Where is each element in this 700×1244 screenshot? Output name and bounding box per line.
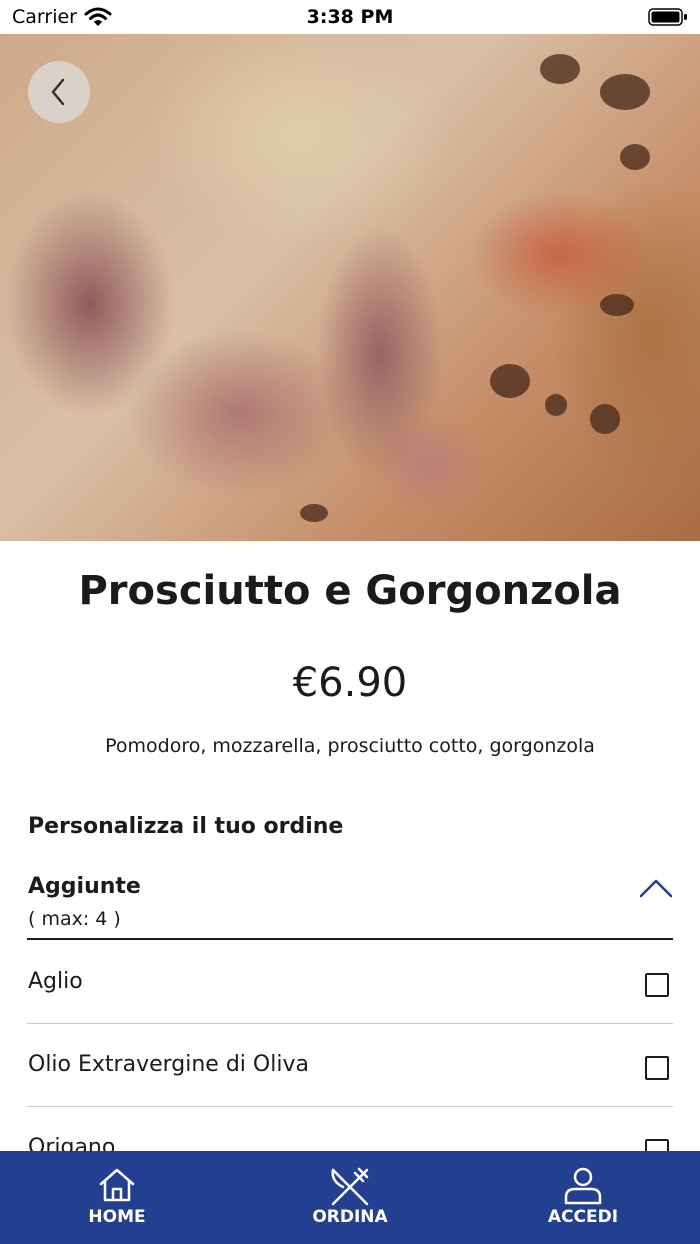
nav-order[interactable]: ORDINA [280, 1151, 420, 1244]
nav-login-label: ACCEDI [547, 1207, 619, 1227]
nav-login[interactable]: ACCEDI [513, 1151, 653, 1244]
nav-home-label: HOME [88, 1207, 146, 1227]
back-button[interactable] [28, 61, 90, 123]
fork-knife-icon [331, 1167, 369, 1206]
user-icon [564, 1167, 602, 1205]
battery-icon [648, 8, 687, 26]
addons-max-note: ( max: 4 ) [28, 908, 121, 930]
addon-option-label: Olio Extravergine di Oliva [28, 1052, 309, 1077]
product-price: €6.90 [292, 660, 408, 706]
addon-checkbox[interactable] [645, 1056, 669, 1080]
collapse-addons-button[interactable] [638, 876, 674, 900]
status-bar: Carrier 3:38 PM [0, 0, 700, 34]
nav-home[interactable]: HOME [47, 1151, 187, 1244]
house-icon [99, 1168, 135, 1202]
customize-heading: Personalizza il tuo ordine [28, 814, 344, 839]
addon-option[interactable]: Aglio [27, 941, 673, 1024]
nav-order-label: ORDINA [312, 1207, 388, 1227]
bottom-navigation: HOME ORDINA ACCEDI [0, 1151, 700, 1244]
chevron-up-icon [639, 879, 673, 898]
addon-option[interactable]: Olio Extravergine di Oliva [27, 1024, 673, 1107]
clock: 3:38 PM [306, 6, 394, 28]
product-title: Prosciutto e Gorgonzola [78, 568, 622, 614]
product-image [0, 34, 700, 541]
addons-divider [27, 938, 673, 940]
addons-group-title: Aggiunte [28, 874, 141, 899]
addon-checkbox[interactable] [645, 973, 669, 997]
chevron-left-icon [51, 78, 65, 106]
product-description: Pomodoro, mozzarella, prosciutto cotto, … [105, 735, 595, 757]
addon-option-label: Aglio [28, 969, 83, 994]
